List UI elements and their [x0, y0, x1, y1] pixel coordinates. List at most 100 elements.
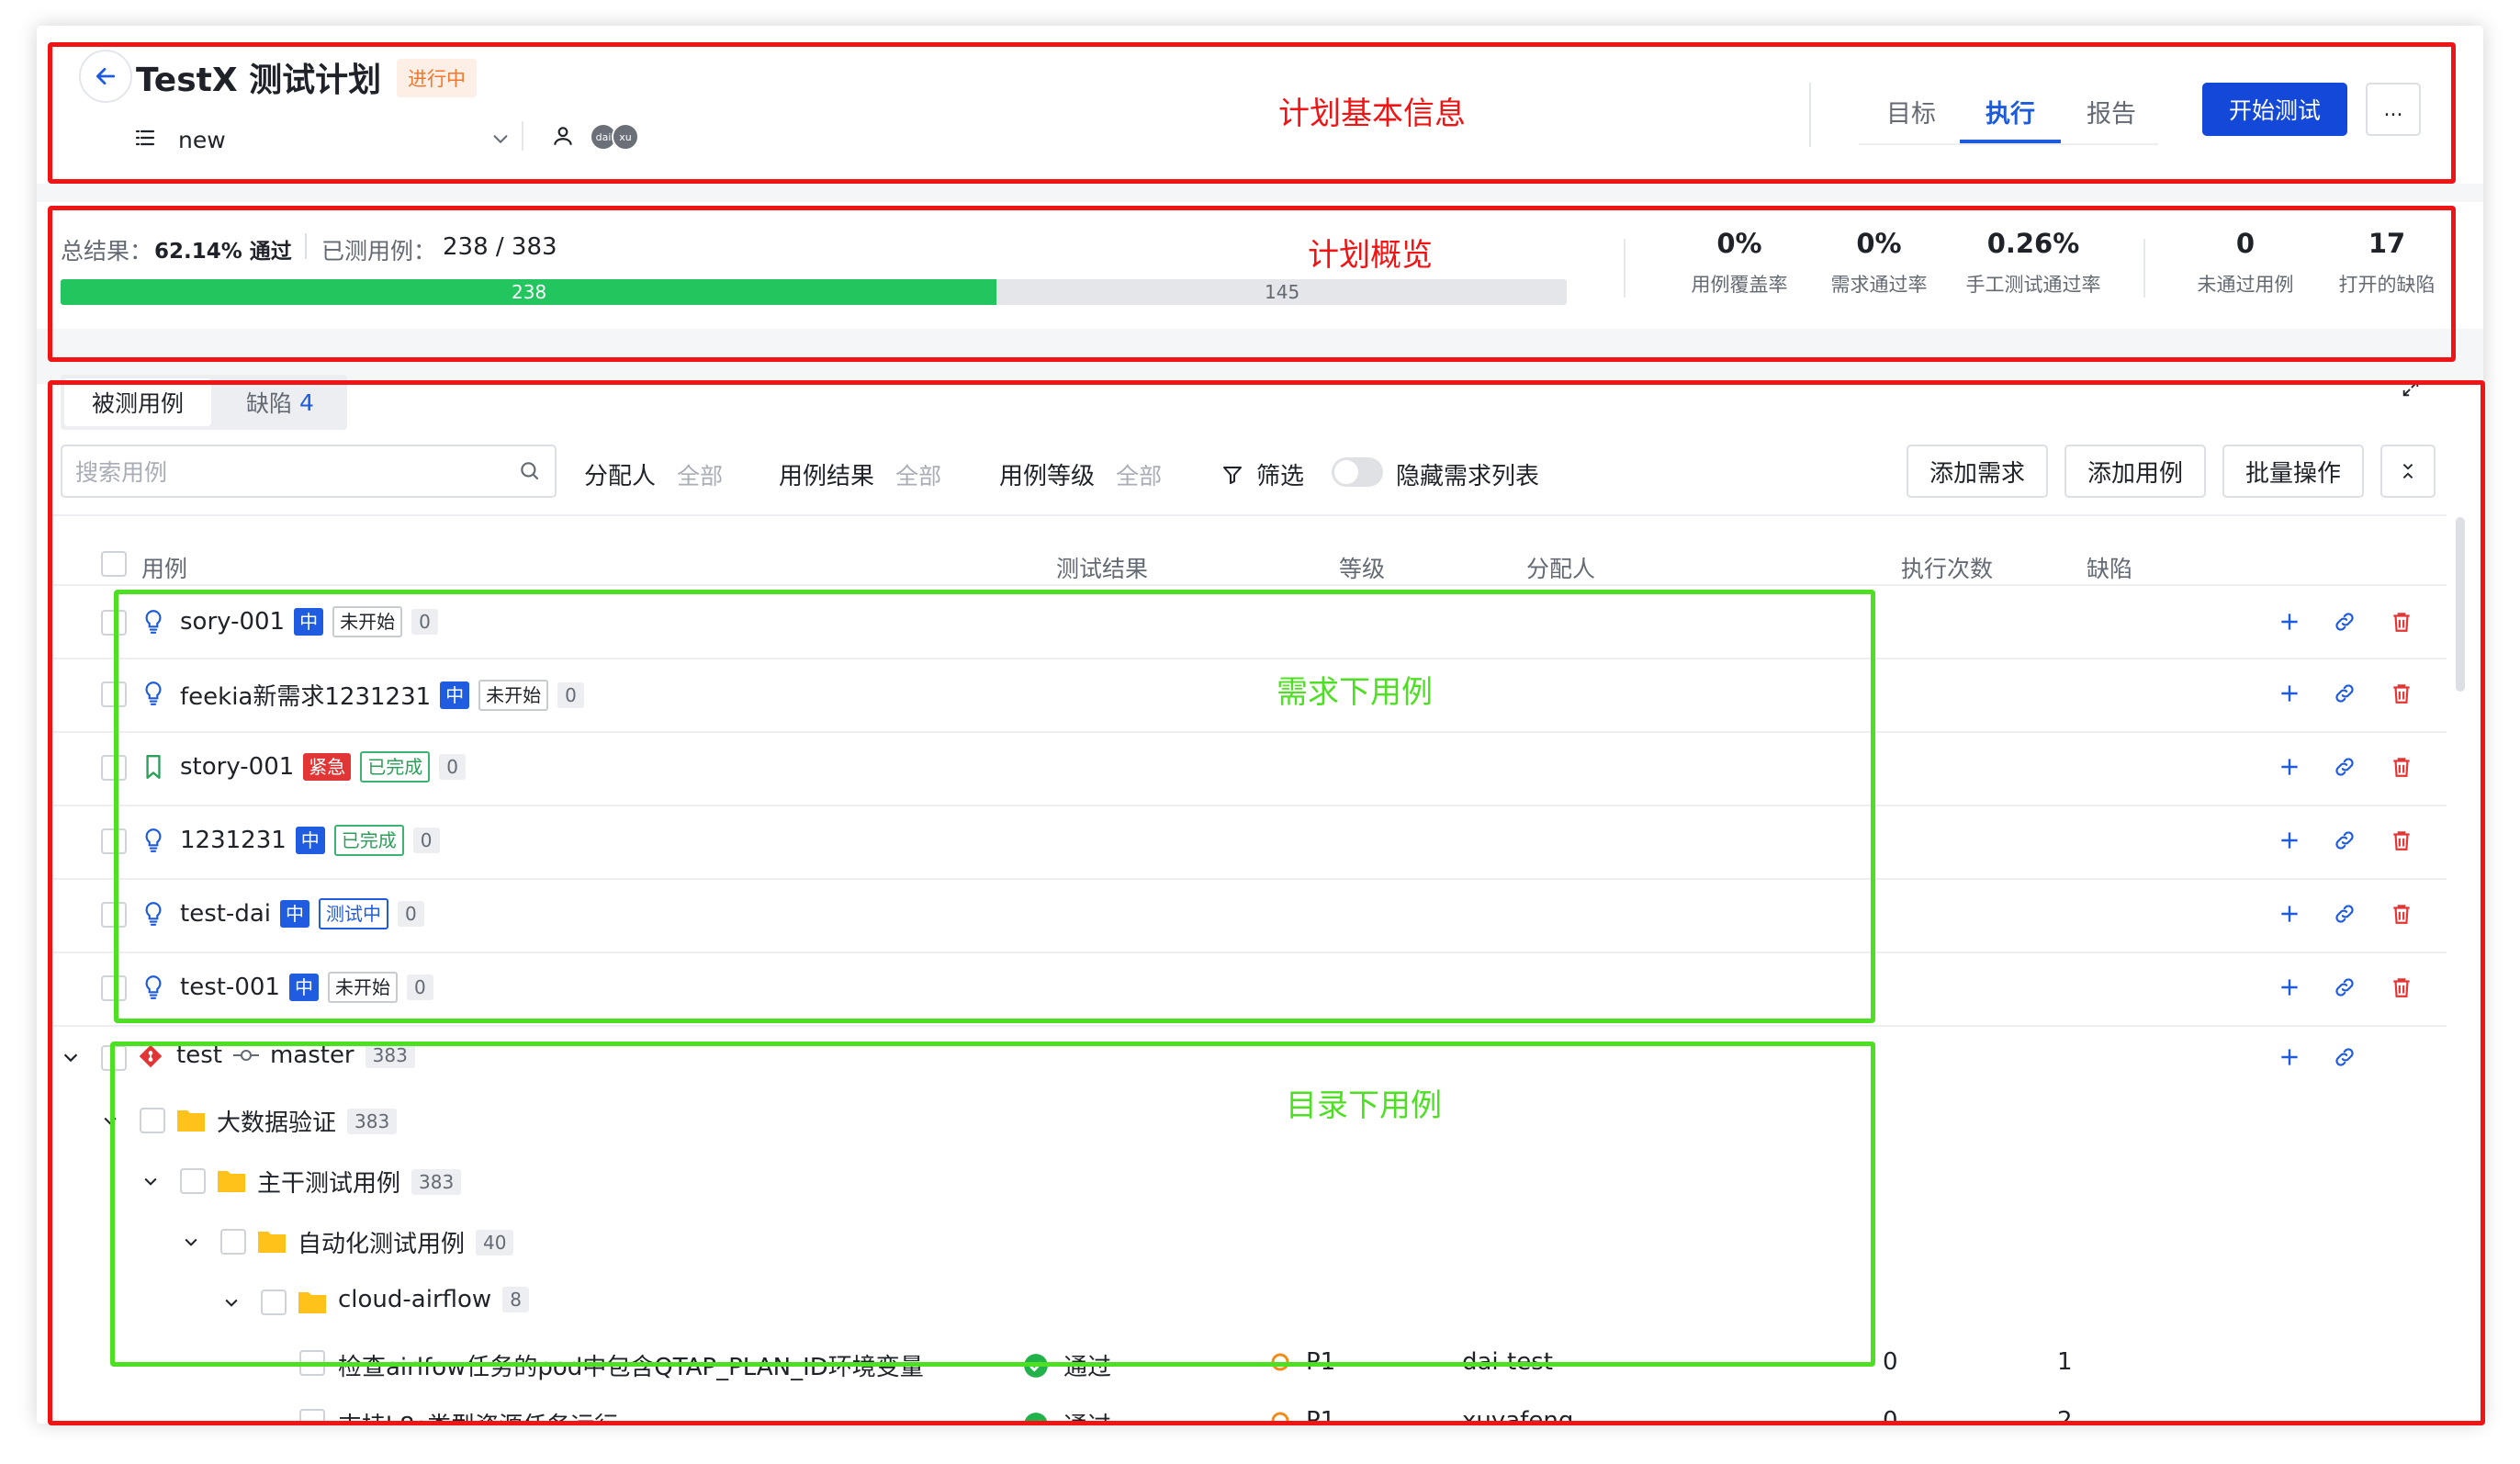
row-checkbox[interactable]	[261, 1289, 287, 1315]
stat-value: 0.26%	[1986, 228, 2080, 259]
row-checkbox[interactable]	[101, 610, 127, 636]
row-checkbox[interactable]	[220, 1229, 246, 1255]
folder-row[interactable]: 主干测试用例 383	[37, 1152, 2461, 1211]
row-checkbox[interactable]	[101, 755, 127, 781]
link-icon[interactable]	[2333, 1045, 2357, 1069]
level-ring-icon	[1271, 1353, 1289, 1371]
expand-icon[interactable]	[2401, 378, 2421, 402]
trash-icon[interactable]	[2390, 681, 2413, 705]
filter-button[interactable]: 筛选	[1221, 457, 1304, 491]
link-icon[interactable]	[2333, 681, 2357, 705]
plus-icon[interactable]	[2278, 828, 2301, 852]
repo-row[interactable]: test master 383	[37, 1027, 2461, 1089]
plus-icon[interactable]	[2278, 610, 2301, 634]
start-test-button[interactable]: 开始测试	[2202, 83, 2347, 136]
add-case-button[interactable]: 添加用例	[2064, 445, 2206, 498]
table-row[interactable]: sory-001 中 未开始 0	[37, 584, 2461, 658]
row-checkbox[interactable]	[299, 1350, 325, 1376]
folder-info: 主干测试用例 383	[257, 1165, 462, 1199]
trash-icon[interactable]	[2390, 610, 2413, 634]
level-cell: P1	[1269, 1348, 1335, 1376]
requirement-info: test-001 中 未开始 0	[180, 972, 433, 1003]
table-row[interactable]: test-dai 中 测试中 0	[37, 878, 2461, 952]
tab-execute[interactable]: 执行	[1986, 94, 2035, 130]
section-gap	[37, 184, 2483, 202]
row-checkbox[interactable]	[140, 1108, 165, 1133]
folder-row[interactable]: 自动化测试用例 40	[37, 1212, 2461, 1271]
filter-assignee[interactable]: 分配人 全部	[584, 457, 723, 491]
collapse-button[interactable]	[2380, 445, 2436, 498]
version-select[interactable]: new	[134, 118, 520, 158]
folder-icon	[218, 1171, 245, 1192]
folder-row[interactable]: cloud-airflow 8	[37, 1273, 2461, 1332]
back-button[interactable]	[79, 50, 132, 103]
link-icon[interactable]	[2333, 975, 2357, 999]
requirement-name: feekia新需求1231231	[180, 683, 432, 711]
scrollbar[interactable]	[2456, 517, 2465, 692]
row-checkbox[interactable]	[299, 1409, 325, 1424]
table-row[interactable]: story-001 紧急 已完成 0	[37, 731, 2461, 805]
row-checkbox[interactable]	[101, 902, 127, 928]
link-icon[interactable]	[2333, 828, 2357, 852]
trash-icon[interactable]	[2390, 975, 2413, 999]
row-checkbox[interactable]	[101, 1045, 127, 1071]
table-row[interactable]: test-001 中 未开始 0	[37, 952, 2461, 1025]
batch-operation-button[interactable]: 批量操作	[2222, 445, 2364, 498]
filter-case-level[interactable]: 用例等级 全部	[999, 457, 1162, 491]
link-icon[interactable]	[2333, 755, 2357, 779]
filter-case-result[interactable]: 用例结果 全部	[779, 457, 941, 491]
plus-icon[interactable]	[2278, 902, 2301, 926]
user-icon[interactable]	[551, 124, 575, 152]
status-tag: 未开始	[332, 606, 403, 637]
table-row[interactable]: 检查airlfow任务的pod中包含QTAP_PLAN_ID环境变量 通过 P1…	[37, 1337, 2461, 1396]
chevron-down-icon[interactable]	[182, 1233, 200, 1251]
avatar[interactable]: xu	[612, 123, 639, 151]
folder-name: 主干测试用例	[257, 1170, 401, 1198]
table-row[interactable]: feekia新需求1231231 中 未开始 0	[37, 658, 2461, 731]
folder-name: cloud-airflow	[338, 1286, 492, 1313]
search-input[interactable]: 搜索用例	[61, 445, 557, 498]
status-tag: 测试中	[318, 898, 388, 929]
folder-row[interactable]: 大数据验证 383	[37, 1091, 2461, 1150]
chevron-down-icon[interactable]	[101, 1111, 119, 1130]
chevron-down-icon[interactable]	[141, 1172, 160, 1190]
row-checkbox[interactable]	[101, 681, 127, 707]
progress-passed-count: 238	[512, 281, 547, 303]
table-row[interactable]: 1231231 中 已完成 0	[37, 805, 2461, 878]
stat-open-defects: 17 打开的缺陷	[2318, 228, 2456, 298]
plus-icon[interactable]	[2278, 681, 2301, 705]
row-checkbox[interactable]	[101, 975, 127, 1001]
more-button[interactable]: ...	[2366, 83, 2421, 136]
row-checkbox[interactable]	[101, 828, 127, 854]
assignee: dai-test	[1462, 1348, 1553, 1376]
case-count: 0	[411, 609, 438, 635]
result-text: 通过	[1063, 1354, 1112, 1381]
case-tabs: 被测用例 缺陷 4	[61, 375, 347, 430]
run-count: 0	[1883, 1407, 1898, 1424]
tab-tested-cases[interactable]: 被测用例	[64, 378, 211, 426]
select-all-checkbox[interactable]	[101, 551, 127, 577]
add-requirement-button[interactable]: 添加需求	[1907, 445, 2048, 498]
row-checkbox[interactable]	[180, 1168, 206, 1194]
priority-tag: 中	[440, 681, 470, 709]
case-name: 检查airlfow任务的pod中包含QTAP_PLAN_ID环境变量	[338, 1354, 924, 1381]
link-icon[interactable]	[2333, 902, 2357, 926]
plus-icon[interactable]	[2278, 755, 2301, 779]
chevron-down-icon[interactable]	[61, 1047, 81, 1067]
tab-report[interactable]: 报告	[2087, 94, 2136, 130]
plus-icon[interactable]	[2278, 975, 2301, 999]
trash-icon[interactable]	[2390, 902, 2413, 926]
plus-icon[interactable]	[2278, 1045, 2301, 1069]
link-icon[interactable]	[2333, 610, 2357, 634]
column-header-case: 用例	[141, 556, 188, 582]
trash-icon[interactable]	[2390, 828, 2413, 852]
table-row[interactable]: 支持k8s类型资源任务运行 通过 P1 xuyafeng 0 2	[37, 1396, 2461, 1424]
hide-requirements-toggle[interactable]	[1332, 457, 1383, 487]
chevron-down-icon[interactable]	[222, 1293, 241, 1312]
tab-goal[interactable]: 目标	[1886, 94, 1936, 130]
trash-icon[interactable]	[2390, 755, 2413, 779]
requirement-name: test-001	[180, 974, 280, 1001]
tab-defects[interactable]: 缺陷 4	[217, 378, 343, 426]
assignee: xuyafeng	[1462, 1407, 1574, 1424]
folder-icon	[298, 1292, 326, 1313]
